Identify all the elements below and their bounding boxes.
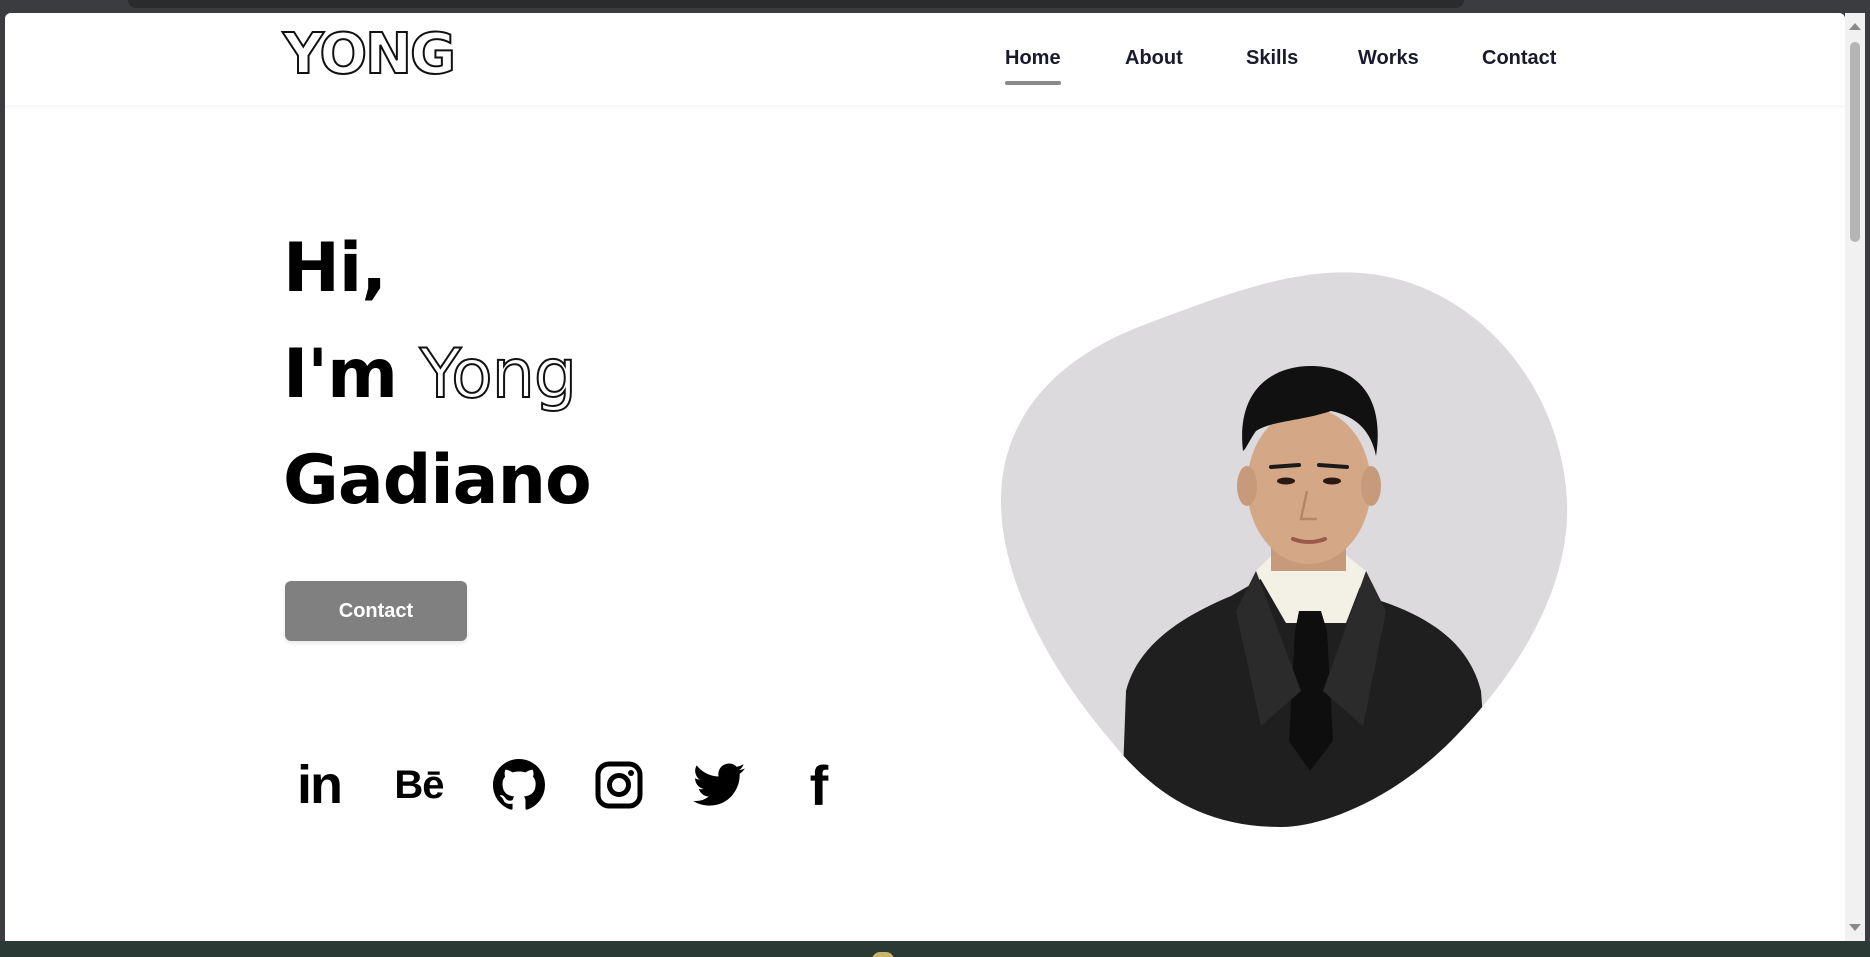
site-header: YONG Home About Skills Works Contact: [5, 13, 1845, 105]
nav-contact[interactable]: Contact: [1482, 47, 1556, 70]
github-glyph: [493, 759, 545, 810]
instagram-icon[interactable]: [589, 755, 649, 815]
scroll-down-icon[interactable]: [1849, 924, 1861, 931]
twitter-glyph: [693, 763, 745, 806]
hero-first-name: Yong: [419, 335, 578, 414]
hero-intro: I'm: [283, 335, 398, 414]
page: YONG Home About Skills Works Contact Hi,…: [5, 13, 1845, 941]
hero-last-name: Gadiano: [283, 441, 592, 520]
scroll-up-icon[interactable]: [1849, 23, 1861, 30]
scroll-thumb[interactable]: [1850, 42, 1860, 242]
nav-skills[interactable]: Skills: [1246, 47, 1298, 70]
facebook-icon[interactable]: f: [789, 753, 849, 817]
instagram-glyph: [595, 761, 643, 809]
vertical-scrollbar[interactable]: [1845, 13, 1865, 941]
facebook-label: f: [809, 753, 829, 817]
twitter-icon[interactable]: [689, 755, 749, 815]
behance-icon[interactable]: Bē: [389, 755, 449, 815]
taskbar-app-icon[interactable]: [872, 952, 894, 957]
nav-works[interactable]: Works: [1358, 47, 1419, 70]
hero-intro-line: I'm Yong: [283, 340, 578, 410]
behance-label: Bē: [394, 762, 444, 807]
linkedin-label: in: [297, 755, 343, 815]
taskbar-strip: [0, 941, 1870, 957]
hero-greeting: Hi,: [283, 229, 387, 308]
nav-home[interactable]: Home: [1005, 47, 1061, 85]
site-logo[interactable]: YONG: [282, 26, 457, 84]
contact-button[interactable]: Contact: [285, 581, 467, 641]
nav-about[interactable]: About: [1125, 47, 1183, 70]
github-icon[interactable]: [489, 755, 549, 815]
hero-portrait: [1001, 272, 1568, 827]
linkedin-icon[interactable]: in: [289, 755, 349, 815]
browser-top-bar: [128, 0, 1464, 8]
